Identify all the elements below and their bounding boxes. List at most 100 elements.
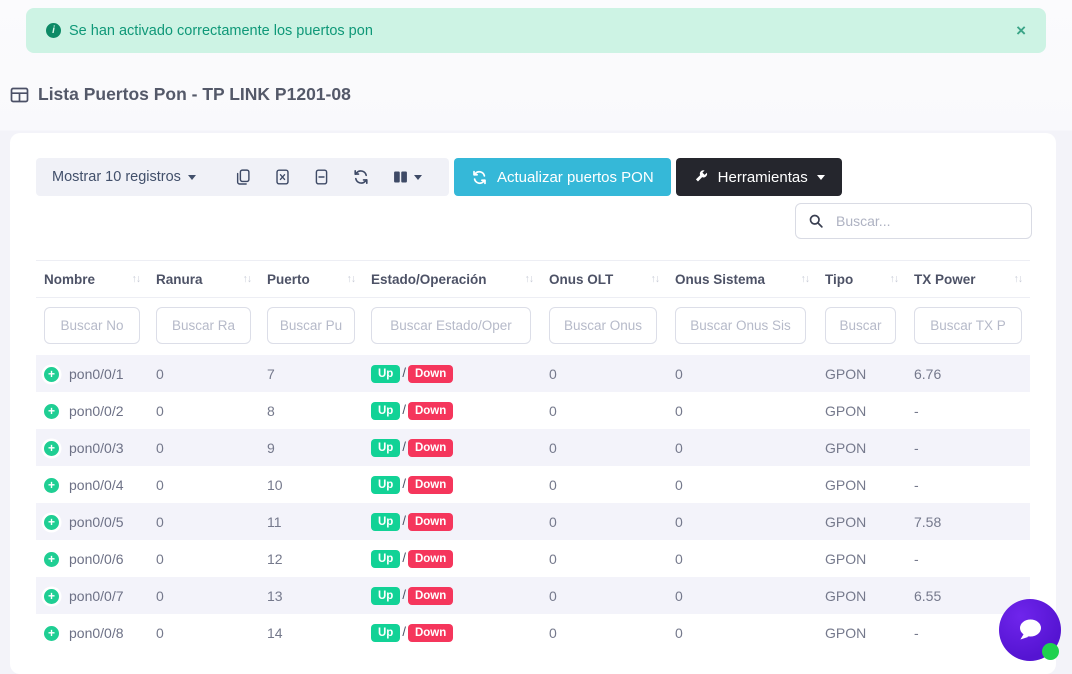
cell-onus-olt: 0 bbox=[541, 429, 667, 466]
status-down-badge[interactable]: Down bbox=[408, 550, 453, 569]
cell-tipo: GPON bbox=[817, 466, 906, 503]
table-toolbar: Mostrar 10 registros bbox=[36, 158, 842, 196]
expand-row-icon[interactable] bbox=[44, 515, 59, 530]
chevron-down-icon bbox=[414, 175, 422, 180]
file-export-button[interactable] bbox=[313, 168, 330, 186]
filter-input-estado-operacion[interactable] bbox=[371, 307, 531, 344]
cell-nombre: pon0/0/4 bbox=[36, 466, 148, 503]
status-up-badge[interactable]: Up bbox=[371, 624, 400, 643]
column-header-onus-olt[interactable]: Onus OLT↑↓ bbox=[541, 261, 667, 298]
filter-input-puerto[interactable] bbox=[267, 307, 355, 344]
table-body: pon0/0/107Up/Down00GPON6.76pon0/0/208Up/… bbox=[36, 355, 1030, 651]
cell-onus-olt: 0 bbox=[541, 540, 667, 577]
filter-input-tipo[interactable] bbox=[825, 307, 896, 344]
status-down-badge[interactable]: Down bbox=[408, 365, 453, 384]
port-name: pon0/0/5 bbox=[69, 514, 124, 530]
column-header-estado-operacion[interactable]: Estado/Operación↑↓ bbox=[363, 261, 541, 298]
info-icon: i bbox=[46, 23, 61, 38]
cell-onus-sistema: 0 bbox=[667, 577, 817, 614]
expand-row-icon[interactable] bbox=[44, 552, 59, 567]
column-header-puerto[interactable]: Puerto↑↓ bbox=[259, 261, 363, 298]
copy-icon bbox=[235, 168, 252, 186]
status-up-badge[interactable]: Up bbox=[371, 476, 400, 495]
refresh-table-button[interactable] bbox=[352, 168, 370, 186]
column-header-nombre[interactable]: Nombre↑↓ bbox=[36, 261, 148, 298]
cell-estado-operacion: Up/Down bbox=[363, 429, 541, 466]
expand-row-icon[interactable] bbox=[44, 478, 59, 493]
status-down-badge[interactable]: Down bbox=[408, 402, 453, 421]
search-icon bbox=[808, 213, 824, 229]
expand-row-icon[interactable] bbox=[44, 404, 59, 419]
refresh-table-icon bbox=[352, 168, 370, 186]
filter-input-tx-power[interactable] bbox=[914, 307, 1022, 344]
filter-input-onus-olt[interactable] bbox=[549, 307, 657, 344]
expand-row-icon[interactable] bbox=[44, 441, 59, 456]
cell-onus-olt: 0 bbox=[541, 614, 667, 651]
column-visibility-button[interactable] bbox=[392, 168, 422, 186]
status-down-badge[interactable]: Down bbox=[408, 624, 453, 643]
status-down-badge[interactable]: Down bbox=[408, 439, 453, 458]
pon-ports-table-wrap: Nombre↑↓Ranura↑↓Puerto↑↓Estado/Operación… bbox=[36, 260, 1030, 651]
column-header-ranura[interactable]: Ranura↑↓ bbox=[148, 261, 259, 298]
column-header-tx-power[interactable]: TX Power↑↓ bbox=[906, 261, 1030, 298]
refresh-icon bbox=[471, 169, 488, 186]
chat-widget-button[interactable] bbox=[999, 599, 1061, 661]
table-row: pon0/0/7013Up/Down00GPON6.55 bbox=[36, 577, 1030, 614]
cell-tipo: GPON bbox=[817, 355, 906, 392]
cell-nombre: pon0/0/8 bbox=[36, 614, 148, 651]
alert-close-icon[interactable]: × bbox=[1016, 22, 1026, 39]
table-row: pon0/0/4010Up/Down00GPON- bbox=[36, 466, 1030, 503]
status-up-badge[interactable]: Up bbox=[371, 439, 400, 458]
filter-input-onus-sistema[interactable] bbox=[675, 307, 806, 344]
length-menu-label: Mostrar 10 registros bbox=[52, 169, 181, 185]
update-pon-ports-button[interactable]: Actualizar puertos PON bbox=[454, 158, 671, 196]
cell-puerto: 8 bbox=[259, 392, 363, 429]
copy-button[interactable] bbox=[235, 168, 252, 186]
sort-icon: ↑↓ bbox=[243, 273, 252, 285]
cell-estado-operacion: Up/Down bbox=[363, 614, 541, 651]
status-down-badge[interactable]: Down bbox=[408, 476, 453, 495]
cell-estado-operacion: Up/Down bbox=[363, 540, 541, 577]
cell-onus-sistema: 0 bbox=[667, 429, 817, 466]
cell-estado-operacion: Up/Down bbox=[363, 466, 541, 503]
expand-row-icon[interactable] bbox=[44, 589, 59, 604]
sort-icon: ↑↓ bbox=[525, 273, 534, 285]
cell-tipo: GPON bbox=[817, 392, 906, 429]
status-down-badge[interactable]: Down bbox=[408, 513, 453, 532]
filter-input-ranura[interactable] bbox=[156, 307, 251, 344]
cell-onus-olt: 0 bbox=[541, 503, 667, 540]
page-title: Lista Puertos Pon - TP LINK P1201-08 bbox=[10, 84, 351, 105]
cell-tx-power: - bbox=[906, 429, 1030, 466]
online-status-dot bbox=[1042, 643, 1059, 660]
tools-dropdown-button[interactable]: Herramientas bbox=[676, 158, 842, 196]
expand-row-icon[interactable] bbox=[44, 626, 59, 641]
status-separator: / bbox=[402, 550, 406, 565]
status-up-badge[interactable]: Up bbox=[371, 365, 400, 384]
length-menu-dropdown[interactable]: Mostrar 10 registros bbox=[52, 169, 196, 185]
chevron-down-icon bbox=[817, 175, 825, 180]
status-up-badge[interactable]: Up bbox=[371, 587, 400, 606]
table-row: pon0/0/208Up/Down00GPON- bbox=[36, 392, 1030, 429]
port-name: pon0/0/1 bbox=[69, 366, 124, 382]
cell-ranura: 0 bbox=[148, 429, 259, 466]
datatable-buttons-group: Mostrar 10 registros bbox=[36, 158, 449, 196]
filter-input-nombre[interactable] bbox=[44, 307, 140, 344]
column-header-onus-sistema[interactable]: Onus Sistema↑↓ bbox=[667, 261, 817, 298]
excel-export-button[interactable] bbox=[274, 168, 291, 186]
status-up-badge[interactable]: Up bbox=[371, 402, 400, 421]
expand-row-icon[interactable] bbox=[44, 367, 59, 382]
column-header-tipo[interactable]: Tipo↑↓ bbox=[817, 261, 906, 298]
status-separator: / bbox=[402, 476, 406, 491]
status-up-badge[interactable]: Up bbox=[371, 513, 400, 532]
status-down-badge[interactable]: Down bbox=[408, 587, 453, 606]
column-label: TX Power bbox=[914, 272, 976, 287]
cell-puerto: 14 bbox=[259, 614, 363, 651]
cell-ranura: 0 bbox=[148, 614, 259, 651]
cell-ranura: 0 bbox=[148, 577, 259, 614]
cell-tx-power: - bbox=[906, 540, 1030, 577]
column-label: Onus Sistema bbox=[675, 272, 765, 287]
cell-nombre: pon0/0/5 bbox=[36, 503, 148, 540]
status-up-badge[interactable]: Up bbox=[371, 550, 400, 569]
search-input[interactable] bbox=[834, 212, 1019, 230]
cell-tx-power: - bbox=[906, 466, 1030, 503]
